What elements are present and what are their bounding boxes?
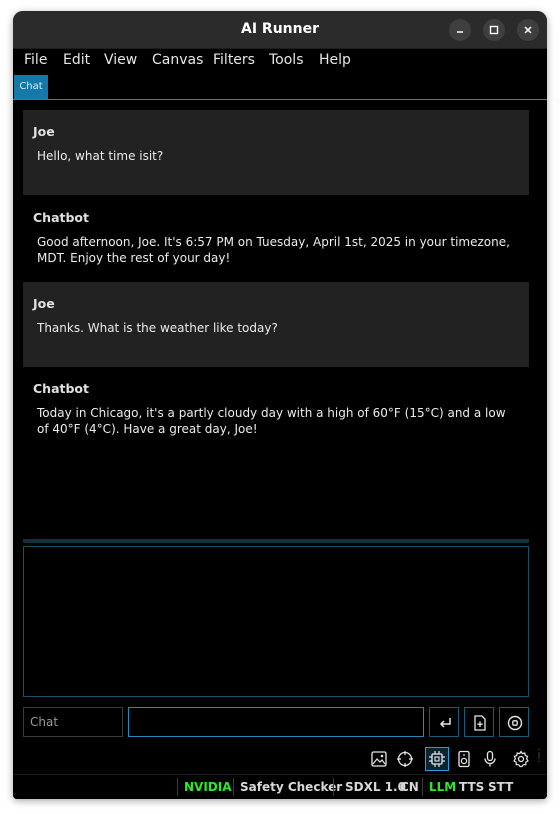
menu-tools[interactable]: Tools — [269, 52, 304, 68]
stop-circle-icon — [507, 715, 523, 731]
message-author: Joe — [33, 124, 55, 139]
new-document-button[interactable] — [464, 707, 494, 737]
close-icon — [524, 26, 532, 34]
settings-icon[interactable] — [510, 748, 532, 770]
menu-file[interactable]: File — [24, 52, 47, 68]
menu-filters[interactable]: Filters — [213, 52, 255, 68]
message-author: Chatbot — [33, 210, 89, 225]
maximize-button[interactable] — [483, 19, 505, 41]
message-text: Thanks. What is the weather like today? — [37, 321, 278, 335]
send-button[interactable] — [429, 707, 459, 737]
title-bar: AI Runner — [13, 11, 547, 49]
message-text: Today in Chicago, it's a partly cloudy d… — [37, 406, 506, 436]
status-separator — [422, 778, 423, 796]
prompt-textarea[interactable] — [23, 546, 529, 697]
file-add-icon — [474, 715, 486, 731]
menu-bar: File Edit View Canvas Filters Tools Help — [13, 49, 547, 73]
app-window: AI Runner File Edit View Canvas Filters … — [13, 11, 547, 799]
status-llm: LLM — [429, 780, 457, 794]
speaker-icon[interactable] — [453, 748, 475, 770]
close-button[interactable] — [517, 19, 539, 41]
toolbar-grip[interactable]: ⋮ ⋮ — [534, 749, 544, 764]
chat-message-bot: Chatbot Today in Chicago, it's a partly … — [23, 367, 529, 452]
menu-edit[interactable]: Edit — [63, 52, 90, 68]
maximize-icon — [489, 25, 499, 35]
chat-message-user: Joe Thanks. What is the weather like tod… — [23, 282, 529, 367]
enter-icon — [439, 718, 451, 728]
status-controlnet: CN — [400, 780, 419, 794]
chat-message-user: Joe Hello, what time isit? — [23, 110, 529, 195]
chat-message-bot: Chatbot Good afternoon, Joe. It's 6:57 P… — [23, 196, 529, 281]
message-author: Joe — [33, 296, 55, 311]
crosshair-icon[interactable] — [394, 748, 416, 770]
status-safety-checker: Safety Checker — [240, 780, 343, 794]
image-icon[interactable] — [368, 748, 390, 770]
message-author: Chatbot — [33, 381, 89, 396]
status-bar: NVIDIA Safety Checker SDXL 1.0 CN LLM TT… — [13, 774, 547, 799]
tab-bar: Chat — [13, 73, 547, 100]
menu-canvas[interactable]: Canvas — [152, 52, 203, 68]
menu-help[interactable]: Help — [319, 52, 351, 68]
status-gpu: NVIDIA — [184, 780, 232, 794]
minimize-icon — [457, 31, 463, 33]
status-stt: STT — [488, 780, 514, 794]
message-text: Hello, what time isit? — [37, 149, 164, 163]
chip-icon[interactable] — [425, 747, 449, 771]
status-separator — [177, 778, 178, 796]
message-text: Good afternoon, Joe. It's 6:57 PM on Tue… — [37, 235, 510, 265]
status-separator — [333, 778, 334, 796]
splitter-handle[interactable] — [23, 539, 529, 543]
tab-chat[interactable]: Chat — [14, 75, 48, 99]
bottom-toolbar: ⋮ ⋮ — [13, 744, 547, 774]
status-tts: TTS — [459, 780, 485, 794]
minimize-button[interactable] — [449, 19, 471, 41]
menu-view[interactable]: View — [104, 52, 137, 68]
message-input[interactable] — [128, 707, 424, 737]
stop-button[interactable] — [499, 707, 529, 737]
status-model: SDXL 1.0 — [345, 780, 406, 794]
microphone-icon[interactable] — [479, 748, 501, 770]
mode-select[interactable]: Chat — [23, 707, 123, 737]
status-separator — [233, 778, 234, 796]
